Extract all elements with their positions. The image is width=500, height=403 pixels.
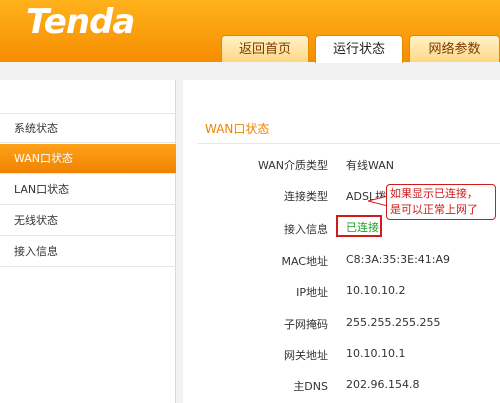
sidebar-item-system-status[interactable]: 系统状态 — [0, 113, 176, 143]
annotation-callout: 如果显示已连接， 是可以正常上网了 — [386, 184, 496, 220]
row-label: MAC地址 — [281, 255, 328, 268]
row-label: 主DNS — [293, 380, 328, 393]
top-tabs: 返回首页 运行状态 网络参数 — [0, 35, 500, 63]
row-ip-address: IP地址 10.10.10.2 — [183, 284, 500, 304]
panel-divider — [197, 143, 500, 144]
callout-arrow-icon — [368, 196, 388, 206]
row-mac-address: MAC地址 C8:3A:35:3E:41:A9 — [183, 253, 500, 273]
sidebar: 系统状态 WAN口状态 LAN口状态 无线状态 接入信息 — [0, 80, 176, 403]
row-value: 10.10.10.1 — [346, 347, 406, 360]
row-subnet-mask: 子网掩码 255.255.255.255 — [183, 316, 500, 336]
sidebar-item-wireless-status[interactable]: 无线状态 — [0, 206, 176, 236]
row-wan-media-type: WAN介质类型 有线WAN — [183, 157, 500, 177]
row-value: 255.255.255.255 — [346, 316, 441, 329]
row-value: 10.10.10.2 — [346, 284, 406, 297]
connected-status: 已连接 — [346, 221, 379, 234]
header-bar: Tenda 返回首页 运行状态 网络参数 — [0, 0, 500, 63]
row-label: 子网掩码 — [284, 318, 328, 331]
wan-status-panel: WAN口状态 WAN介质类型 有线WAN 连接类型 ADSL拨号 接入信息 MA… — [183, 80, 500, 403]
annotation-line-1: 如果显示已连接， — [390, 187, 478, 200]
panel-title: WAN口状态 — [205, 122, 270, 136]
annotation-line-2: 是可以正常上网了 — [390, 203, 478, 216]
row-label: 接入信息 — [284, 223, 328, 236]
tab-home[interactable]: 返回首页 — [221, 35, 309, 62]
row-primary-dns: 主DNS 202.96.154.8 — [183, 378, 500, 398]
sidebar-item-lan-status[interactable]: LAN口状态 — [0, 175, 176, 205]
row-label: IP地址 — [296, 286, 328, 299]
sidebar-item-wan-status[interactable]: WAN口状态 — [0, 144, 176, 174]
row-label: 连接类型 — [284, 190, 328, 203]
row-gateway: 网关地址 10.10.10.1 — [183, 347, 500, 367]
row-value: 有线WAN — [346, 159, 395, 172]
row-label: 网关地址 — [284, 349, 328, 362]
row-value: C8:3A:35:3E:41:A9 — [346, 253, 451, 266]
tab-network-params[interactable]: 网络参数 — [409, 35, 500, 62]
row-label: WAN介质类型 — [257, 159, 328, 172]
sidebar-item-access-info[interactable]: 接入信息 — [0, 237, 176, 267]
row-value: 202.96.154.8 — [346, 378, 420, 391]
tab-run-status[interactable]: 运行状态 — [315, 35, 403, 63]
